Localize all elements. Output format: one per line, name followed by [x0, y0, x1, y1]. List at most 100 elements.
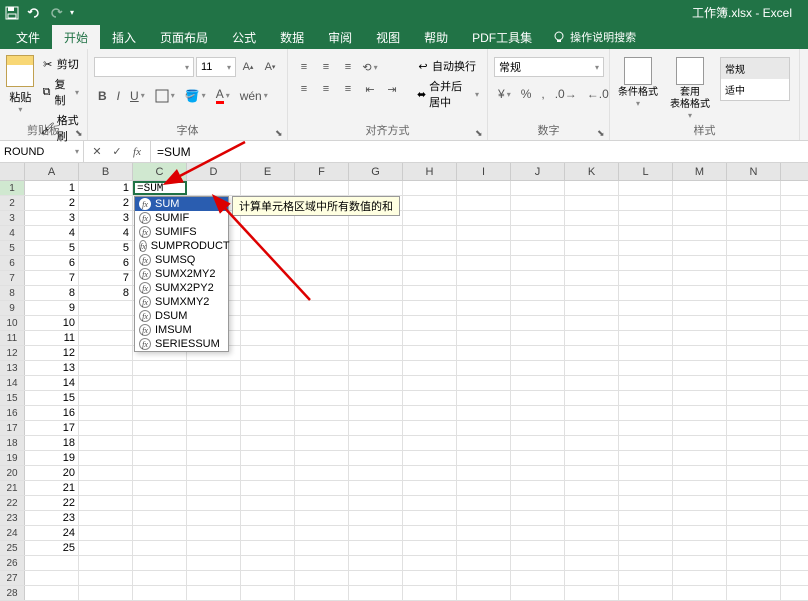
- underline-button[interactable]: U▾: [126, 85, 149, 106]
- cell[interactable]: 15: [25, 391, 79, 405]
- cell[interactable]: [457, 526, 511, 540]
- cell[interactable]: [457, 181, 511, 195]
- row-header[interactable]: 22: [0, 496, 25, 510]
- cell[interactable]: [673, 541, 727, 555]
- row-header[interactable]: 20: [0, 466, 25, 480]
- cell[interactable]: [511, 541, 565, 555]
- align-bottom-icon[interactable]: ≡: [338, 57, 358, 77]
- cell[interactable]: [457, 346, 511, 360]
- cell[interactable]: [187, 181, 241, 195]
- column-header[interactable]: L: [619, 163, 673, 180]
- cell[interactable]: [241, 451, 295, 465]
- cell[interactable]: [295, 556, 349, 570]
- autocomplete-item[interactable]: fxSUMSQ: [135, 253, 228, 267]
- cell[interactable]: 16: [25, 406, 79, 420]
- cell[interactable]: [403, 556, 457, 570]
- cell[interactable]: [349, 226, 403, 240]
- cell[interactable]: [619, 301, 673, 315]
- cell[interactable]: [295, 331, 349, 345]
- cell[interactable]: [511, 571, 565, 585]
- cell[interactable]: [727, 421, 781, 435]
- format-as-table-button[interactable]: 套用 表格格式 ▾: [668, 57, 712, 121]
- cell[interactable]: [565, 436, 619, 450]
- cell[interactable]: [403, 526, 457, 540]
- cell[interactable]: [457, 376, 511, 390]
- tab-help[interactable]: 帮助: [412, 25, 460, 49]
- column-header[interactable]: C: [133, 163, 187, 180]
- cell[interactable]: [349, 556, 403, 570]
- tab-view[interactable]: 视图: [364, 25, 412, 49]
- cell[interactable]: [241, 406, 295, 420]
- cell[interactable]: [133, 391, 187, 405]
- cell[interactable]: [295, 526, 349, 540]
- cell[interactable]: [241, 571, 295, 585]
- cell[interactable]: [673, 406, 727, 420]
- cell[interactable]: [187, 421, 241, 435]
- cell[interactable]: [727, 286, 781, 300]
- insert-function-icon[interactable]: fx: [128, 143, 146, 161]
- cell[interactable]: [727, 331, 781, 345]
- cell[interactable]: [565, 481, 619, 495]
- cell[interactable]: [241, 376, 295, 390]
- cell[interactable]: [349, 481, 403, 495]
- font-launcher-icon[interactable]: ⬊: [275, 128, 285, 138]
- row-header[interactable]: 21: [0, 481, 25, 495]
- cell[interactable]: [727, 391, 781, 405]
- cell[interactable]: [79, 406, 133, 420]
- cell[interactable]: [241, 241, 295, 255]
- cell[interactable]: [349, 256, 403, 270]
- cell[interactable]: [403, 241, 457, 255]
- tab-review[interactable]: 审阅: [316, 25, 364, 49]
- cell[interactable]: [403, 211, 457, 225]
- row-header[interactable]: 1: [0, 181, 25, 195]
- cell[interactable]: [727, 511, 781, 525]
- cell[interactable]: [673, 256, 727, 270]
- cell[interactable]: 7: [79, 271, 133, 285]
- cell[interactable]: [133, 376, 187, 390]
- comma-button[interactable]: ,: [537, 85, 548, 103]
- row-header[interactable]: 10: [0, 316, 25, 330]
- cell[interactable]: [511, 331, 565, 345]
- cell[interactable]: [619, 466, 673, 480]
- column-header[interactable]: N: [727, 163, 781, 180]
- cell[interactable]: [457, 301, 511, 315]
- cell[interactable]: [349, 346, 403, 360]
- cell[interactable]: [295, 406, 349, 420]
- cell[interactable]: [187, 481, 241, 495]
- cell[interactable]: [349, 241, 403, 255]
- cell[interactable]: [511, 406, 565, 420]
- cell[interactable]: [403, 481, 457, 495]
- cell[interactable]: [133, 511, 187, 525]
- orientation-icon[interactable]: ⟲▾: [360, 57, 380, 77]
- cell[interactable]: [673, 301, 727, 315]
- cell[interactable]: [295, 286, 349, 300]
- cell[interactable]: [295, 181, 349, 195]
- cell[interactable]: [349, 571, 403, 585]
- cell-styles-gallery[interactable]: 常规 适中: [720, 57, 790, 101]
- font-family-select[interactable]: ▾: [94, 57, 194, 77]
- cell[interactable]: [25, 586, 79, 600]
- cell[interactable]: [727, 466, 781, 480]
- cell[interactable]: [457, 541, 511, 555]
- cell[interactable]: [241, 481, 295, 495]
- cell[interactable]: [511, 511, 565, 525]
- column-header[interactable]: I: [457, 163, 511, 180]
- cell[interactable]: [457, 211, 511, 225]
- cell[interactable]: [295, 586, 349, 600]
- cell[interactable]: [187, 451, 241, 465]
- cell[interactable]: [187, 361, 241, 375]
- cell[interactable]: [457, 451, 511, 465]
- cell[interactable]: 18: [25, 436, 79, 450]
- cell[interactable]: [619, 511, 673, 525]
- cell[interactable]: [241, 226, 295, 240]
- column-header[interactable]: G: [349, 163, 403, 180]
- cell[interactable]: 23: [25, 511, 79, 525]
- cell[interactable]: [295, 346, 349, 360]
- cell[interactable]: [349, 406, 403, 420]
- cell[interactable]: [133, 466, 187, 480]
- cell[interactable]: [79, 541, 133, 555]
- autocomplete-item[interactable]: fxDSUM: [135, 309, 228, 323]
- cell[interactable]: [79, 421, 133, 435]
- cell[interactable]: [349, 586, 403, 600]
- cell[interactable]: [511, 451, 565, 465]
